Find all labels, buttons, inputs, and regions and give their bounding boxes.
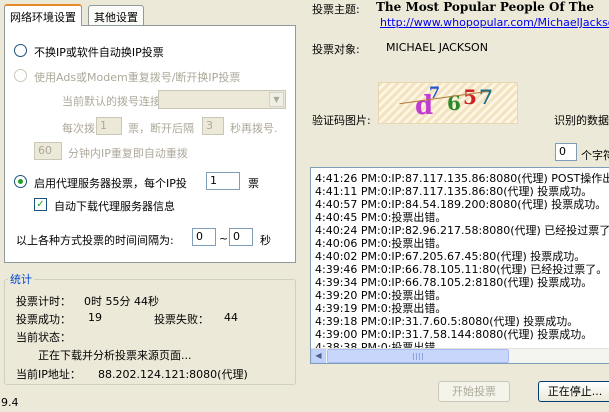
timer-label: 投票计时： <box>16 295 71 308</box>
wait-seconds-input[interactable]: 3 <box>202 117 224 135</box>
timer-value: 0时 55分 44秒 <box>84 295 159 308</box>
direct-vote-label: 不换IP或软件自动换IP投票 <box>34 46 164 59</box>
tab-network-settings[interactable]: 网络环境设置 <box>4 4 82 26</box>
default-dial-label: 当前默认的拨号连接： <box>62 95 172 108</box>
repeat-minutes-input[interactable]: 60 <box>34 142 62 160</box>
interval-max-input[interactable]: 0 <box>229 228 253 246</box>
per-dial-mid: 票，断开后隔 <box>128 122 194 135</box>
direct-vote-radio[interactable] <box>14 44 27 57</box>
wait-suffix: 秒再拨号. <box>230 122 278 135</box>
vote-url-link[interactable]: http://www.whopopular.com/MichaelJackson <box>380 16 609 29</box>
auto-download-label: 自动下载代理服务器信息 <box>54 200 175 213</box>
captcha-label: 验证码图片: <box>312 114 371 127</box>
proxy-vote-radio[interactable] <box>14 175 27 188</box>
success-value: 19 <box>88 311 102 324</box>
grip-icon <box>413 353 425 360</box>
captcha-char: 7 <box>479 85 493 109</box>
redial-vote-label: 使用Ads或Modem重复拨号/断开换IP投票 <box>34 71 241 84</box>
chevron-down-icon: ▼ <box>269 92 284 107</box>
log-horizontal-scrollbar[interactable]: ◀ <box>311 348 609 363</box>
interval-min-input[interactable]: 0 <box>192 228 216 246</box>
recognized-label: 识别的数据 <box>554 114 609 127</box>
proxy-vote-suffix: 票 <box>248 177 259 190</box>
tab-other-settings[interactable]: 其他设置 <box>88 5 144 25</box>
success-label: 投票成功： <box>16 313 71 326</box>
object-value: MICHAEL JACKSON <box>386 41 488 54</box>
start-vote-button[interactable]: 开始投票 <box>438 381 510 402</box>
char-count-label: 个字符 <box>581 149 609 162</box>
interval-unit: 秒 <box>260 234 271 247</box>
stop-vote-button[interactable]: 正在停止... <box>538 381 609 402</box>
fail-label: 投票失败： <box>154 313 209 326</box>
vote-log-list[interactable]: 4:41:26 PM:0:IP:87.117.135.86:8080(代理) P… <box>310 167 609 364</box>
interval-label: 以上各种方式投票的时间间隔为: <box>16 234 174 247</box>
per-dial-votes-input[interactable]: 1 <box>96 117 122 135</box>
proxy-votes-input[interactable]: 1 <box>206 172 240 190</box>
interval-separator: ~ <box>219 232 229 245</box>
auto-download-checkbox[interactable]: ✓ <box>34 198 47 211</box>
status-value: 正在下载并分析投票来源页面... <box>38 349 192 362</box>
ip-label: 当前IP地址： <box>16 368 81 381</box>
version-label: 9.4 <box>1 396 19 409</box>
repeat-suffix: 分钟内IP重复即自动重拨 <box>68 147 188 160</box>
status-label: 当前状态： <box>16 331 71 344</box>
fail-value: 44 <box>224 311 238 324</box>
ip-value: 88.202.124.121:8080(代理) <box>98 368 248 381</box>
stats-title: 统计 <box>8 271 34 287</box>
object-label: 投票对象: <box>312 43 360 56</box>
captcha-char: 5 <box>463 85 477 109</box>
topic-value: The Most Popular People Of The <box>376 0 595 14</box>
char-count-input[interactable]: 0 <box>555 143 577 161</box>
redial-vote-radio[interactable] <box>14 69 27 82</box>
dial-connection-select[interactable]: ▼ <box>158 90 286 109</box>
scrollbar-thumb[interactable] <box>327 349 509 363</box>
captcha-image: d 7 6 5 7 <box>378 82 518 124</box>
topic-label: 投票主题: <box>312 3 360 16</box>
proxy-vote-label: 启用代理服务器投票，每个IP投 <box>34 177 187 190</box>
scroll-left-icon[interactable]: ◀ <box>311 349 326 363</box>
